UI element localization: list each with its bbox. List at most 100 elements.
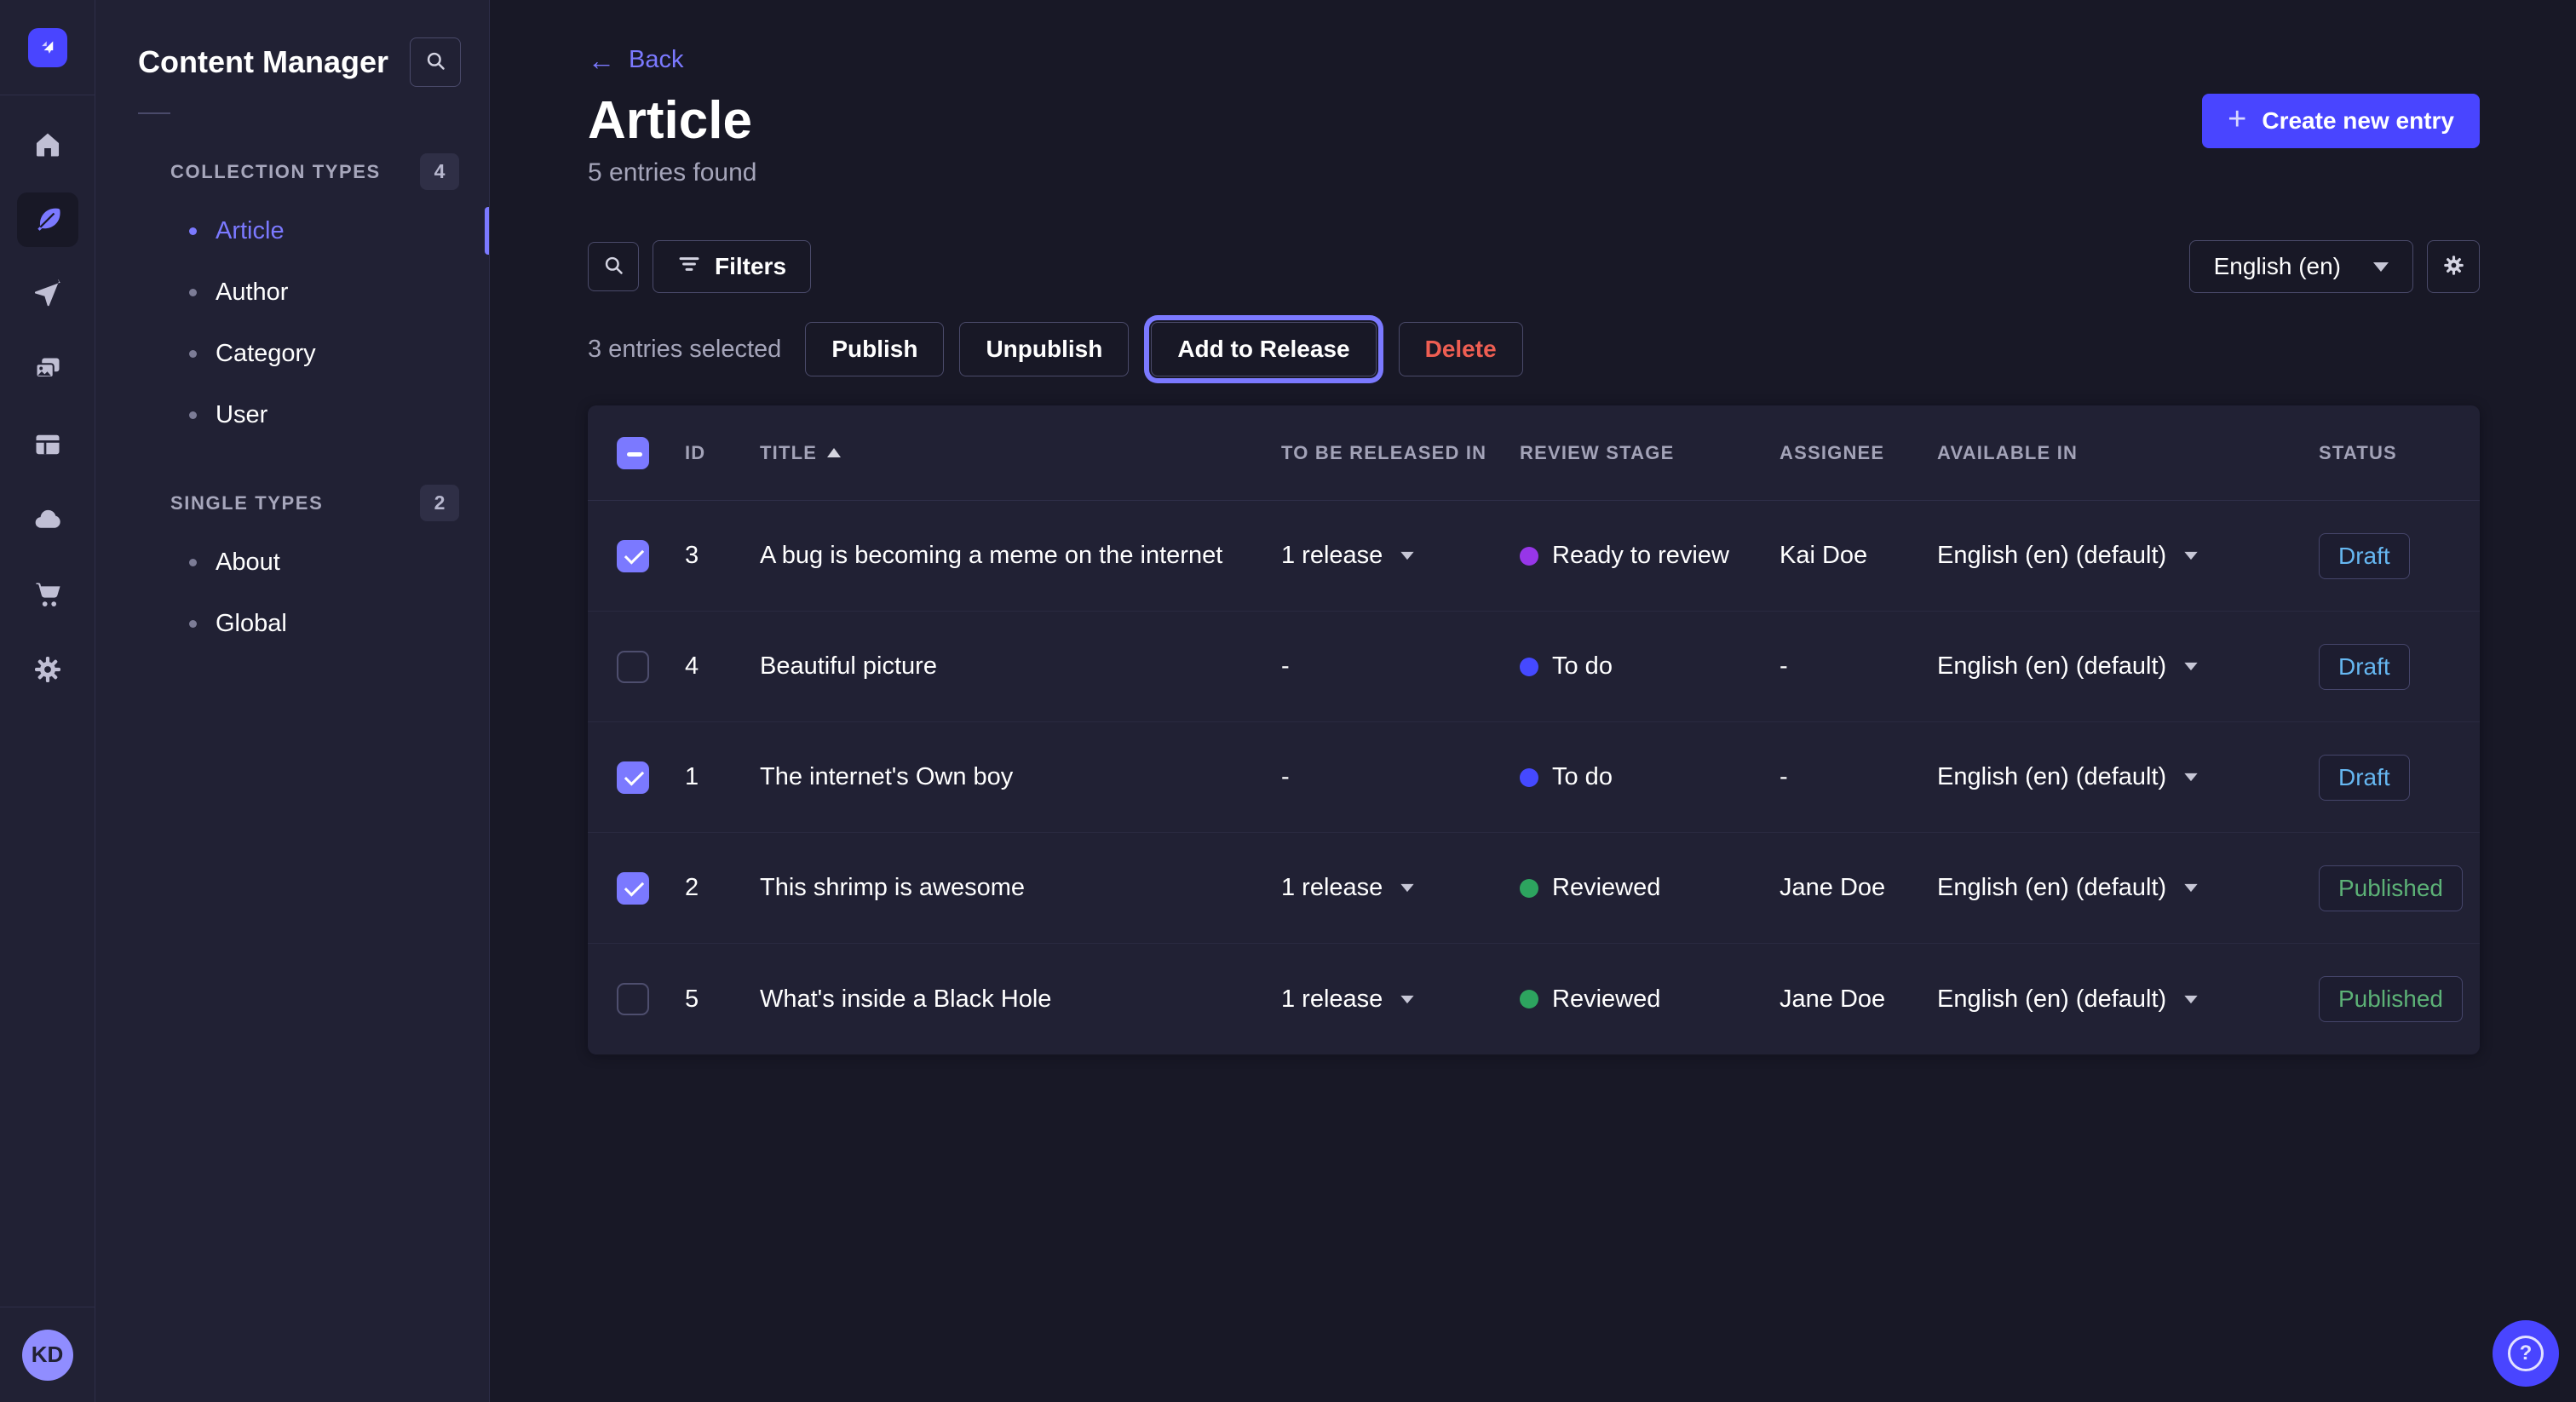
row-checkbox[interactable]: [617, 761, 649, 794]
collection-types-section: COLLECTION TYPES 4 Article Author Catego…: [95, 153, 489, 445]
chevron-down-icon: [2185, 773, 2198, 781]
sidebar-item-category[interactable]: Category: [95, 323, 489, 384]
locale-value: English (en): [2214, 253, 2341, 280]
user-avatar[interactable]: KD: [22, 1330, 73, 1381]
row-checkbox[interactable]: [617, 540, 649, 572]
list-search-button[interactable]: [588, 242, 639, 291]
sidebar-item-label: About: [216, 549, 280, 577]
row-available: English (en) (default): [1937, 985, 2166, 1014]
search-icon: [424, 49, 447, 75]
locale-dropdown[interactable]: English (en) (default): [1937, 763, 2319, 791]
publish-button[interactable]: Publish: [805, 322, 944, 376]
sort-ascending-icon: [827, 448, 841, 457]
delete-button[interactable]: Delete: [1399, 322, 1523, 376]
sidebar-item-label: User: [216, 401, 267, 429]
row-available: English (en) (default): [1937, 542, 2166, 570]
locale-dropdown[interactable]: English (en) (default): [1937, 874, 2319, 902]
row-released: 1 release: [1281, 985, 1383, 1014]
sidebar-item-user[interactable]: User: [95, 384, 489, 445]
table-header-row: ID TITLE TO BE RELEASED IN REVIEW STAGE …: [588, 405, 2480, 501]
stage-dot-icon: [1520, 879, 1538, 898]
release-dropdown[interactable]: 1 release: [1281, 985, 1520, 1014]
table-body: 3 A bug is becoming a meme on the intern…: [588, 501, 2480, 1054]
stage-dot-icon: [1520, 547, 1538, 566]
filters-button[interactable]: Filters: [653, 240, 811, 293]
main-content: ← Back Article + Create new entry 5 entr…: [490, 0, 2576, 1402]
column-header-stage: REVIEW STAGE: [1520, 442, 1780, 464]
back-label: Back: [629, 46, 683, 74]
release-dropdown[interactable]: 1 release: [1281, 542, 1520, 570]
back-link[interactable]: ← Back: [588, 46, 683, 74]
locale-dropdown[interactable]: English (en) (default): [1937, 542, 2319, 570]
sidebar-search-button[interactable]: [410, 37, 461, 87]
strapi-logo-icon[interactable]: [28, 28, 67, 67]
row-title: This shrimp is awesome: [760, 874, 1281, 902]
marketplace-cart-icon[interactable]: [17, 567, 78, 622]
row-checkbox[interactable]: [617, 872, 649, 905]
search-icon: [602, 254, 625, 279]
content-manager-icon[interactable]: [17, 192, 78, 247]
row-stage: Ready to review: [1552, 542, 1729, 570]
bullet-icon: [189, 350, 197, 358]
unpublish-button[interactable]: Unpublish: [959, 322, 1129, 376]
sidebar-item-global[interactable]: Global: [95, 593, 489, 654]
media-library-icon[interactable]: [17, 342, 78, 397]
chevron-down-icon: [2185, 884, 2198, 892]
row-id: 2: [685, 874, 760, 902]
row-checkbox[interactable]: [617, 983, 649, 1015]
release-dropdown[interactable]: 1 release: [1281, 874, 1520, 902]
status-badge: Published: [2319, 865, 2463, 911]
row-id: 4: [685, 652, 760, 681]
status-badge: Published: [2319, 976, 2463, 1022]
app-rail: KD: [0, 0, 95, 1402]
row-assignee: Kai Doe: [1780, 542, 1937, 570]
add-to-release-button[interactable]: Add to Release: [1151, 322, 1376, 376]
row-released: 1 release: [1281, 874, 1383, 902]
row-available: English (en) (default): [1937, 874, 2166, 902]
locale-dropdown[interactable]: English (en) (default): [1937, 985, 2319, 1014]
row-id: 5: [685, 985, 760, 1014]
sidebar-item-author[interactable]: Author: [95, 261, 489, 323]
sidebar-item-about[interactable]: About: [95, 531, 489, 593]
chevron-down-icon: [1401, 884, 1414, 892]
row-title: A bug is becoming a meme on the internet: [760, 542, 1281, 570]
content-type-builder-icon[interactable]: [17, 417, 78, 472]
row-released: -: [1281, 652, 1290, 681]
table-row[interactable]: 3 A bug is becoming a meme on the intern…: [588, 501, 2480, 612]
plus-icon: +: [2228, 103, 2246, 135]
locale-select[interactable]: English (en): [2189, 240, 2413, 293]
locale-dropdown[interactable]: English (en) (default): [1937, 652, 2319, 681]
single-types-section: SINGLE TYPES 2 About Global: [95, 485, 489, 654]
column-header-available: AVAILABLE IN: [1937, 442, 2319, 464]
table-row[interactable]: 4 Beautiful picture - To do - English (e…: [588, 612, 2480, 722]
row-stage: Reviewed: [1552, 985, 1660, 1014]
row-title: Beautiful picture: [760, 652, 1281, 681]
column-header-title[interactable]: TITLE: [760, 442, 1281, 464]
row-assignee: Jane Doe: [1780, 985, 1937, 1014]
sidebar-item-article[interactable]: Article: [95, 200, 489, 261]
table-row[interactable]: 2 This shrimp is awesome 1 release Revie…: [588, 833, 2480, 944]
release-dropdown[interactable]: -: [1281, 763, 1520, 791]
table-row[interactable]: 5 What's inside a Black Hole 1 release R…: [588, 944, 2480, 1054]
create-new-entry-button[interactable]: + Create new entry: [2202, 94, 2480, 148]
view-settings-button[interactable]: [2427, 240, 2480, 293]
chevron-down-icon: [1401, 552, 1414, 560]
column-header-status: STATUS: [2319, 442, 2480, 464]
settings-gear-icon[interactable]: [17, 642, 78, 697]
releases-icon[interactable]: [17, 267, 78, 322]
row-stage: Reviewed: [1552, 874, 1660, 902]
sidebar-item-label: Author: [216, 279, 288, 307]
select-all-checkbox[interactable]: [617, 437, 649, 469]
chevron-down-icon: [1401, 995, 1414, 1003]
table-row[interactable]: 1 The internet's Own boy - To do - Engli…: [588, 722, 2480, 833]
status-badge: Draft: [2319, 644, 2410, 690]
help-button[interactable]: ?: [2493, 1320, 2559, 1387]
row-available: English (en) (default): [1937, 652, 2166, 681]
content-manager-sidebar: Content Manager COLLECTION TYPES 4 Artic…: [95, 0, 490, 1402]
deploy-cloud-icon[interactable]: [17, 492, 78, 547]
release-dropdown[interactable]: -: [1281, 652, 1520, 681]
home-icon[interactable]: [17, 118, 78, 172]
section-label: SINGLE TYPES: [170, 492, 323, 514]
row-checkbox[interactable]: [617, 651, 649, 683]
filter-icon: [677, 252, 701, 282]
